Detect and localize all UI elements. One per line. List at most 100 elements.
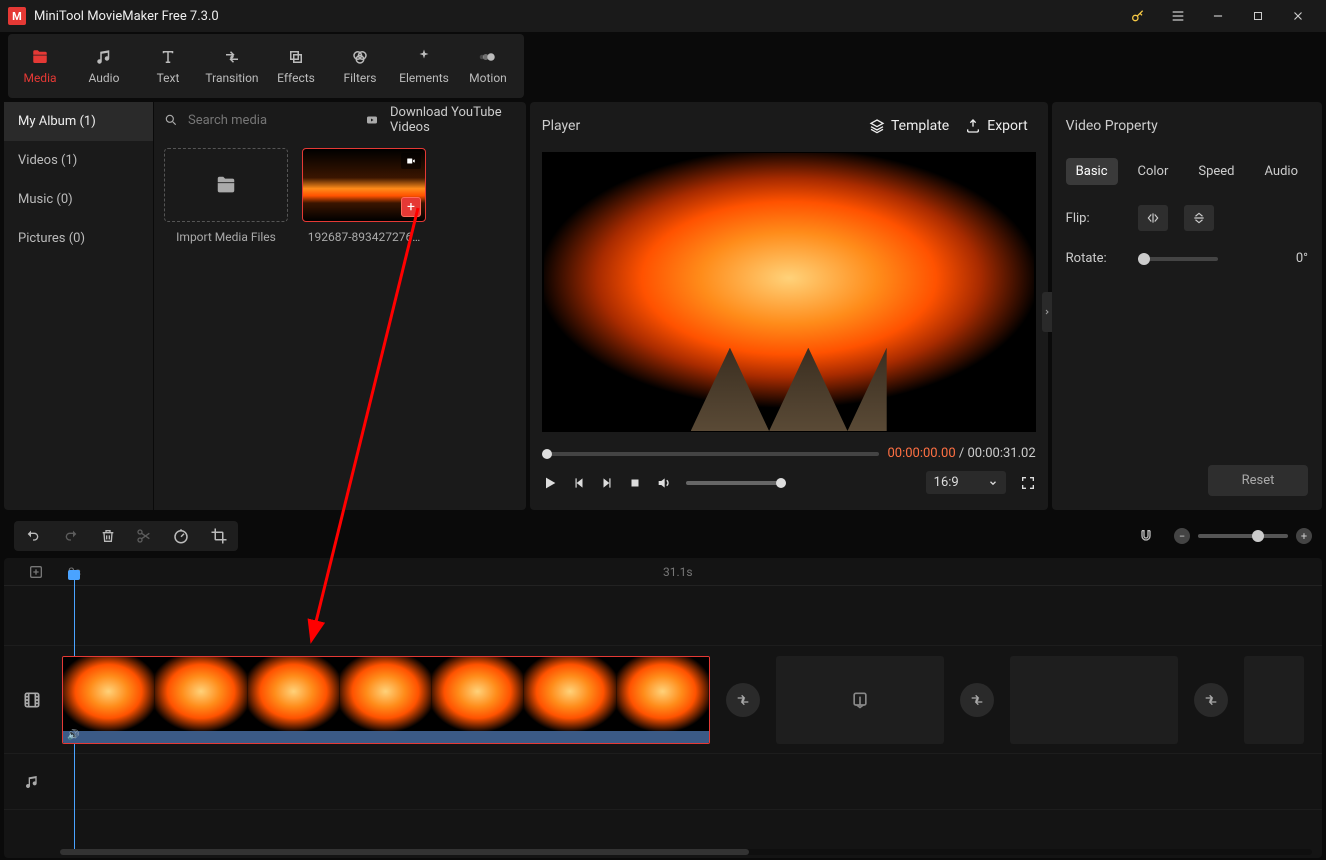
tab-speed[interactable]: Speed <box>1188 158 1244 185</box>
category-pictures[interactable]: Pictures (0) <box>4 219 153 258</box>
tab-audio[interactable]: Audio <box>72 34 136 98</box>
tab-effects[interactable]: Effects <box>264 34 328 98</box>
tab-motion[interactable]: Motion <box>456 34 520 98</box>
import-label: Import Media Files <box>164 230 288 244</box>
category-my-album[interactable]: My Album (1) <box>4 102 153 141</box>
tab-elements[interactable]: Elements <box>392 34 456 98</box>
transition-slot[interactable] <box>1194 683 1228 717</box>
tab-label: Elements <box>399 71 449 85</box>
collapse-handle[interactable] <box>1042 292 1052 332</box>
export-icon <box>965 118 981 134</box>
titlebar: M MiniTool MovieMaker Free 7.3.0 <box>0 0 1326 32</box>
tab-color[interactable]: Color <box>1128 158 1179 185</box>
aspect-ratio-select[interactable]: 16:9 <box>926 471 1006 494</box>
preview-frame <box>544 153 1034 431</box>
search-input[interactable] <box>188 113 354 128</box>
preview-area <box>542 152 1036 432</box>
layers-icon <box>869 118 885 134</box>
snap-icon[interactable] <box>1138 528 1154 544</box>
tab-label: Motion <box>469 71 507 85</box>
speed-button[interactable] <box>172 527 190 545</box>
music-track[interactable] <box>4 754 1322 810</box>
app-title: MiniTool MovieMaker Free 7.3.0 <box>34 9 219 24</box>
player-title: Player <box>542 118 580 134</box>
undo-button[interactable] <box>24 528 42 544</box>
flip-horizontal-button[interactable] <box>1138 205 1168 231</box>
crop-button[interactable] <box>210 527 228 545</box>
delete-button[interactable] <box>100 527 116 545</box>
tab-transition[interactable]: Transition <box>200 34 264 98</box>
volume-slider[interactable] <box>686 481 786 485</box>
rotate-slider[interactable] <box>1138 257 1218 261</box>
fullscreen-button[interactable] <box>1020 475 1036 491</box>
tab-audio-prop[interactable]: Audio <box>1255 158 1308 185</box>
transition-slot[interactable] <box>960 683 994 717</box>
flip-vertical-button[interactable] <box>1184 205 1214 231</box>
add-track-icon[interactable] <box>28 564 44 580</box>
zoom-out-button[interactable]: − <box>1174 528 1190 544</box>
tab-label: Effects <box>277 71 315 85</box>
empty-clip-slot[interactable] <box>1244 656 1304 744</box>
zoom-in-button[interactable]: + <box>1296 528 1312 544</box>
menu-icon[interactable] <box>1158 0 1198 32</box>
video-clip[interactable]: 🔊 <box>62 656 710 744</box>
tab-label: Media <box>23 71 56 85</box>
redo-button[interactable] <box>62 528 80 544</box>
timeline-scrollbar[interactable] <box>60 849 1312 855</box>
download-youtube-link[interactable]: Download YouTube Videos <box>390 105 516 135</box>
zoom-slider[interactable] <box>1198 534 1288 538</box>
volume-icon[interactable] <box>656 475 672 491</box>
youtube-icon <box>364 114 380 126</box>
empty-clip-slot[interactable] <box>1010 656 1178 744</box>
minimize-button[interactable] <box>1198 0 1238 32</box>
properties-panel: Video Property Basic Color Speed Audio F… <box>1052 102 1322 510</box>
export-button[interactable]: Export <box>957 112 1035 140</box>
tab-media[interactable]: Media <box>8 34 72 98</box>
tab-text[interactable]: Text <box>136 34 200 98</box>
split-button[interactable] <box>136 527 152 545</box>
key-icon[interactable] <box>1118 0 1158 32</box>
film-icon <box>22 690 42 710</box>
tab-filters[interactable]: Filters <box>328 34 392 98</box>
add-to-timeline-button[interactable]: + <box>401 197 421 217</box>
stop-button[interactable] <box>628 476 642 490</box>
sparkle-icon <box>415 47 433 67</box>
template-button[interactable]: Template <box>861 112 957 140</box>
overlay-track[interactable] <box>4 586 1322 646</box>
flip-label: Flip: <box>1066 211 1122 226</box>
main-toolbar: Media Audio Text Transition Effects Filt… <box>8 34 524 98</box>
transition-icon <box>223 47 241 67</box>
next-frame-button[interactable] <box>600 476 614 490</box>
video-track[interactable]: 🔊 <box>4 646 1322 754</box>
chevron-down-icon <box>988 478 998 488</box>
properties-title: Video Property <box>1066 112 1308 140</box>
app-logo-icon: M <box>8 7 26 25</box>
category-videos[interactable]: Videos (1) <box>4 141 153 180</box>
tab-basic[interactable]: Basic <box>1066 158 1118 185</box>
transition-slot[interactable] <box>726 683 760 717</box>
media-clip-tile[interactable]: + 192687-893427276… <box>302 148 426 244</box>
empty-clip-slot[interactable] <box>776 656 944 744</box>
prev-frame-button[interactable] <box>572 476 586 490</box>
reset-button[interactable]: Reset <box>1208 465 1308 496</box>
speaker-icon: 🔊 <box>67 730 79 741</box>
tab-label: Filters <box>343 71 376 85</box>
maximize-button[interactable] <box>1238 0 1278 32</box>
text-icon <box>159 47 177 67</box>
timecode: 00:00:00.00 / 00:00:31.02 <box>887 446 1035 461</box>
video-badge-icon <box>401 153 421 169</box>
ruler-mark-mid: 31.1s <box>663 565 693 579</box>
progress-bar[interactable] <box>542 452 880 456</box>
tab-label: Audio <box>89 71 120 85</box>
timeline-ruler[interactable]: 0s 31.1s <box>4 558 1322 586</box>
close-button[interactable] <box>1278 0 1318 32</box>
search-icon <box>164 113 178 127</box>
filters-icon <box>351 47 369 67</box>
tab-label: Transition <box>205 71 258 85</box>
category-music[interactable]: Music (0) <box>4 180 153 219</box>
timeline: 0s 31.1s 🔊 <box>4 558 1322 858</box>
import-media-tile[interactable]: Import Media Files <box>164 148 288 244</box>
effects-icon <box>287 47 305 67</box>
play-button[interactable] <box>542 475 558 491</box>
clip-label: 192687-893427276… <box>302 230 426 244</box>
